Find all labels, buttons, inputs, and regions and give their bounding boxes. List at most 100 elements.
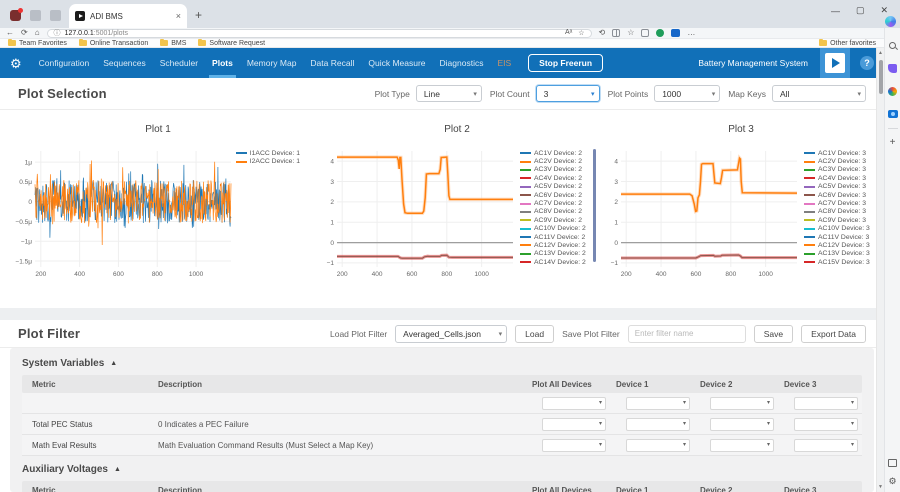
dropdown-select[interactable]: Line — [415, 85, 482, 102]
refresh-icon[interactable]: ⟳ — [21, 29, 28, 37]
legend-item[interactable]: AC12V Device: 3 — [804, 241, 874, 249]
device1-select[interactable] — [626, 396, 690, 410]
load-button[interactable]: Load — [515, 324, 555, 343]
device2-select[interactable] — [710, 438, 774, 452]
device1-select[interactable] — [626, 438, 690, 452]
favorite-folder[interactable]: Software Request — [198, 38, 265, 47]
run-panel[interactable] — [820, 48, 850, 78]
legend-item[interactable]: AC8V Device: 2 — [520, 208, 590, 216]
stop-freerun-button[interactable]: Stop Freerun — [528, 54, 604, 72]
plot-all-devices-select[interactable] — [542, 417, 606, 431]
other-favorites[interactable]: Other favorites — [819, 38, 876, 47]
home-icon[interactable]: ⌂ — [35, 29, 40, 37]
legend-item[interactable]: AC2V Device: 2 — [520, 157, 590, 165]
device2-select[interactable] — [710, 417, 774, 431]
auxiliary-voltages-toggle[interactable]: Auxiliary Voltages ▲ — [22, 464, 862, 475]
shopping-icon[interactable] — [888, 63, 897, 73]
nav-item[interactable]: Diagnostics — [433, 48, 491, 78]
browser-tab[interactable]: ADI BMS × — [69, 4, 187, 28]
plot-canvas[interactable]: 200 400 600 800 1000 4 3 2 1 0 −1 — [600, 139, 802, 285]
scroll-up-icon[interactable]: ▲ — [877, 50, 884, 56]
favorite-folder[interactable]: BMS — [160, 38, 186, 47]
legend-item[interactable]: AC13V Device: 2 — [520, 250, 590, 258]
legend-item[interactable]: AC12V Device: 2 — [520, 241, 590, 249]
legend-item[interactable]: AC3V Device: 2 — [520, 166, 590, 174]
legend-item[interactable]: I2ACC Device: 1 — [235, 157, 300, 165]
plot-canvas[interactable]: 200 400 600 800 1000 4 3 2 1 0 −1 — [316, 139, 518, 285]
favorites-icon[interactable]: ☆ — [627, 29, 634, 37]
legend-item[interactable]: AC11V Device: 3 — [804, 233, 874, 241]
plot-canvas[interactable]: 200 400 600 800 1000 1μ 0.5μ 0 −0.5μ −1μ −1.5μ — [8, 139, 234, 285]
load-filter-select[interactable]: Averaged_Cells.json — [395, 324, 508, 343]
legend-item[interactable]: AC5V Device: 2 — [520, 183, 590, 191]
tab-close-icon[interactable]: × — [176, 11, 181, 21]
device1-select[interactable] — [626, 417, 690, 431]
page-scrollbar[interactable]: ▲ ▼ — [876, 48, 884, 492]
screenshot-icon[interactable] — [888, 459, 897, 467]
outlook-icon[interactable] — [887, 110, 898, 118]
search-icon[interactable] — [889, 41, 896, 49]
copilot-icon[interactable] — [885, 16, 896, 27]
history-icon[interactable]: ⟲ — [599, 29, 606, 37]
back-icon[interactable]: ← — [6, 29, 14, 37]
help-icon[interactable]: ? — [860, 56, 874, 70]
settings-gear-icon[interactable]: ⚙ — [10, 57, 22, 70]
legend-item[interactable]: AC10V Device: 3 — [804, 225, 874, 233]
minimize-button[interactable]: — — [831, 6, 840, 16]
legend-item[interactable]: AC5V Device: 3 — [804, 183, 874, 191]
maximize-button[interactable]: ▢ — [856, 5, 865, 16]
bookmark-star-icon[interactable]: ☆ — [578, 29, 584, 37]
legend-item[interactable]: AC14V Device: 2 — [520, 258, 590, 266]
device3-select[interactable] — [794, 438, 858, 452]
nav-item[interactable]: Plots — [205, 48, 240, 78]
save-button[interactable]: Save — [753, 324, 794, 343]
extension-icon[interactable] — [10, 8, 23, 21]
site-info-icon[interactable]: ⓘ — [54, 28, 61, 38]
system-variables-toggle[interactable]: System Variables ▲ — [22, 358, 862, 369]
legend-item[interactable]: AC9V Device: 2 — [520, 216, 590, 224]
legend-item[interactable]: AC2V Device: 3 — [804, 157, 874, 165]
filter-name-input[interactable] — [627, 324, 746, 343]
nav-item[interactable]: Data Recall — [303, 48, 361, 78]
legend-item[interactable]: AC15V Device: 3 — [804, 258, 874, 266]
device3-select[interactable] — [794, 396, 858, 410]
nav-item[interactable]: EIS — [490, 48, 518, 78]
scroll-down-icon[interactable]: ▼ — [877, 484, 884, 490]
microsoft365-icon[interactable] — [888, 86, 897, 96]
collections-icon[interactable] — [641, 29, 650, 37]
nav-item[interactable]: Memory Map — [240, 48, 304, 78]
nav-item[interactable]: Sequences — [96, 48, 153, 78]
sidebar-settings-icon[interactable]: ⚙ — [888, 477, 896, 486]
plot-all-devices-select[interactable] — [542, 396, 606, 410]
plot-all-devices-select[interactable] — [542, 438, 606, 452]
favorite-folder[interactable]: Team Favorites — [8, 38, 67, 47]
legend-item[interactable]: AC4V Device: 2 — [520, 174, 590, 182]
new-tab-button[interactable]: + — [187, 8, 212, 28]
dropdown-select[interactable]: 1000 — [654, 85, 721, 102]
legend-item[interactable]: AC6V Device: 2 — [520, 191, 590, 199]
workspace-icon[interactable] — [50, 10, 61, 21]
legend-item[interactable]: I1ACC Device: 1 — [235, 149, 300, 157]
tab-actions-icon[interactable] — [30, 10, 41, 21]
legend-item[interactable]: AC1V Device: 2 — [520, 149, 590, 157]
sidebar-toggle-icon[interactable] — [671, 29, 681, 37]
legend-item[interactable]: AC1V Device: 3 — [804, 149, 874, 157]
scrollbar-thumb[interactable] — [879, 60, 883, 94]
nav-item[interactable]: Configuration — [32, 48, 97, 78]
device2-select[interactable] — [710, 396, 774, 410]
read-aloud-icon[interactable]: Aᵃ — [565, 29, 572, 37]
legend-item[interactable]: AC11V Device: 2 — [520, 233, 590, 241]
legend-item[interactable]: AC7V Device: 2 — [520, 199, 590, 207]
add-sidebar-item-icon[interactable]: + — [890, 138, 896, 148]
legend-item[interactable]: AC6V Device: 3 — [804, 191, 874, 199]
favorite-folder[interactable]: Online Transaction — [78, 38, 148, 47]
legend-item[interactable]: AC10V Device: 2 — [520, 225, 590, 233]
legend-item[interactable]: AC9V Device: 3 — [804, 216, 874, 224]
nav-item[interactable]: Quick Measure — [361, 48, 432, 78]
legend-item[interactable]: AC3V Device: 3 — [804, 166, 874, 174]
legend-item[interactable]: AC4V Device: 3 — [804, 174, 874, 182]
export-data-button[interactable]: Export Data — [801, 324, 866, 343]
more-menu-icon[interactable]: … — [687, 29, 695, 37]
legend-scrollbar[interactable] — [593, 149, 596, 263]
browser-essentials-icon[interactable] — [656, 29, 665, 37]
